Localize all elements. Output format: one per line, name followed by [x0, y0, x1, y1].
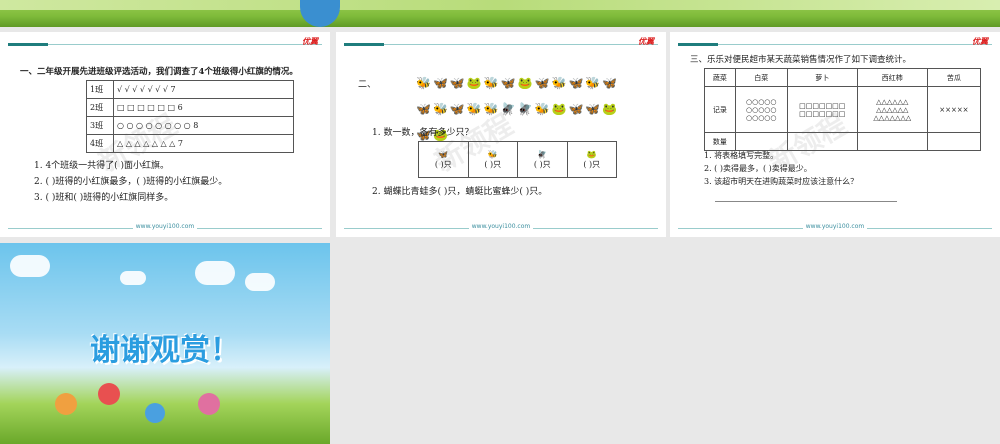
class-cell: 2班 — [86, 98, 114, 117]
marks-cell: ○ ○ ○ ○ ○ ○ ○ ○ 8 — [113, 116, 294, 135]
marks-cell: △ △ △ △ △ △ △ 7 — [113, 134, 294, 153]
header-cell: 白菜 — [734, 68, 788, 87]
rainbow-decoration — [300, 0, 340, 27]
slide-thumbnail-3[interactable]: 优翼 新领程 三、乐乐对便民超市某天蔬菜销售情况作了如下调查统计。 蔬菜 白菜 萝卜… — [670, 32, 1000, 237]
question-2: 2. ( )班得的小红旗最多，( )班得的小红旗最少。 — [34, 177, 228, 187]
answer-line — [715, 201, 897, 202]
header-cell: 蔬菜 — [704, 68, 736, 87]
header-cell: 西红柿 — [856, 68, 928, 87]
question-2: 2. ( )卖得最多，( )卖得最少。 — [704, 164, 812, 173]
footer-url-text: www.youyi100.com — [468, 223, 534, 230]
thanks-title: 谢谢观赏！ — [90, 333, 240, 368]
cloud — [120, 271, 146, 285]
frog-icon: 🐸 — [586, 149, 597, 159]
header-line — [678, 43, 992, 46]
question-1: 1. 将表格填写完整。 — [704, 151, 779, 160]
dragonfly-icon: 🪰 — [537, 149, 548, 159]
child-illustration — [198, 393, 220, 415]
row-label: 记录 — [704, 86, 736, 133]
class-cell: 4班 — [86, 134, 114, 153]
sky — [0, 0, 1000, 10]
logo: 优翼 — [302, 37, 318, 46]
question-3: 3. ( )班和( )班得的小红旗同样多。 — [34, 193, 174, 203]
slide-thumbnail-4[interactable]: 谢谢观赏！ — [0, 243, 330, 444]
class-cell: 3班 — [86, 116, 114, 135]
slide-thumbnail-partial[interactable] — [0, 0, 1000, 27]
record-cell: □□□□□□□ □□□□□□□ — [786, 86, 858, 133]
row-label: 数量 — [704, 132, 736, 151]
logo: 优翼 — [638, 37, 654, 46]
animal-picture: 🐝🦋🦋🐸🐝🦋🐸🦋🐝🦋🐝🦋🦋🐝🦋🐝🐝🪰🪰🐝🐸🦋🦋🐸🦋🐸 — [416, 76, 620, 142]
footer-url: www.youyi100.com — [0, 223, 330, 230]
child-illustration — [98, 383, 120, 405]
question-3: 3. 该超市明天在进购蔬菜时应该注意什么？ — [704, 177, 859, 186]
vegetable-table: 蔬菜 白菜 萝卜 西红柿 苦瓜 记录 ○○○○○ ○○○○○ ○○○○○ □□□□□□□… — [704, 68, 982, 151]
bee-icon: 🐝 — [487, 149, 498, 159]
child-illustration — [145, 403, 165, 423]
class-cell: 1班 — [86, 80, 114, 99]
question-1: 1. 4个班级一共得了( )面小红旗。 — [34, 161, 170, 171]
question-label: 二、 — [358, 80, 377, 90]
cloud — [245, 273, 275, 291]
slide-thumbnail-2[interactable]: 优翼 新领程 二、 🐝🦋🦋🐸🐝🦋🐸🦋🐝🦋🐝🦋🦋🐝🦋🐝🐝🪰🪰🐝🐸🦋🦋🐸🦋🐸 1. … — [336, 32, 666, 237]
header-line — [344, 43, 658, 46]
cloud — [195, 261, 235, 285]
question-2: 2. 蝴蝶比青蛙多( )只，蜻蜓比蜜蜂少( )只。 — [372, 187, 548, 197]
marks-cell: □ □ □ □ □ □ 6 — [113, 98, 294, 117]
count-cell: ( )只 — [434, 159, 452, 169]
question-1: 1. 数一数，各有多少只？ — [372, 128, 474, 138]
header-cell: 苦瓜 — [926, 68, 982, 87]
record-cell: △△△△△△ △△△△△△ △△△△△△△ — [856, 86, 928, 133]
count-cell: ( )只 — [583, 159, 601, 169]
butterfly-icon: 🦋 — [438, 149, 449, 159]
record-cell: ○○○○○ ○○○○○ ○○○○○ — [734, 86, 788, 133]
marks-cell: √ √ √ √ √ √ √ 7 — [113, 80, 294, 99]
count-cell: ( )只 — [484, 159, 502, 169]
child-illustration — [55, 393, 77, 415]
footer-url-text: www.youyi100.com — [802, 223, 868, 230]
header-line — [8, 43, 322, 46]
footer-url: www.youyi100.com — [670, 223, 1000, 230]
cloud — [10, 255, 50, 277]
footer-url: www.youyi100.com — [336, 223, 666, 230]
logo: 优翼 — [972, 37, 988, 46]
header-cell: 萝卜 — [786, 68, 858, 87]
question-title: 一、二年级开展先进班级评选活动，我们调查了4个班级得小红旗的情况。 — [20, 67, 298, 77]
footer-url-text: www.youyi100.com — [132, 223, 198, 230]
flag-table: 1班 √ √ √ √ √ √ √ 7 2班 □ □ □ □ □ □ 6 3班 ○ ○ … — [86, 80, 294, 153]
count-cell: ( )只 — [533, 159, 551, 169]
slide-thumbnail-1[interactable]: 优翼 新领程 一、二年级开展先进班级评选活动，我们调查了4个班级得小红旗的情况。… — [0, 32, 330, 237]
count-table: 🦋( )只 🐝( )只 🪰( )只 🐸( )只 — [418, 141, 617, 178]
question-title: 三、乐乐对便民超市某天蔬菜销售情况作了如下调查统计。 — [690, 55, 912, 65]
record-cell: ××××× — [926, 86, 982, 133]
